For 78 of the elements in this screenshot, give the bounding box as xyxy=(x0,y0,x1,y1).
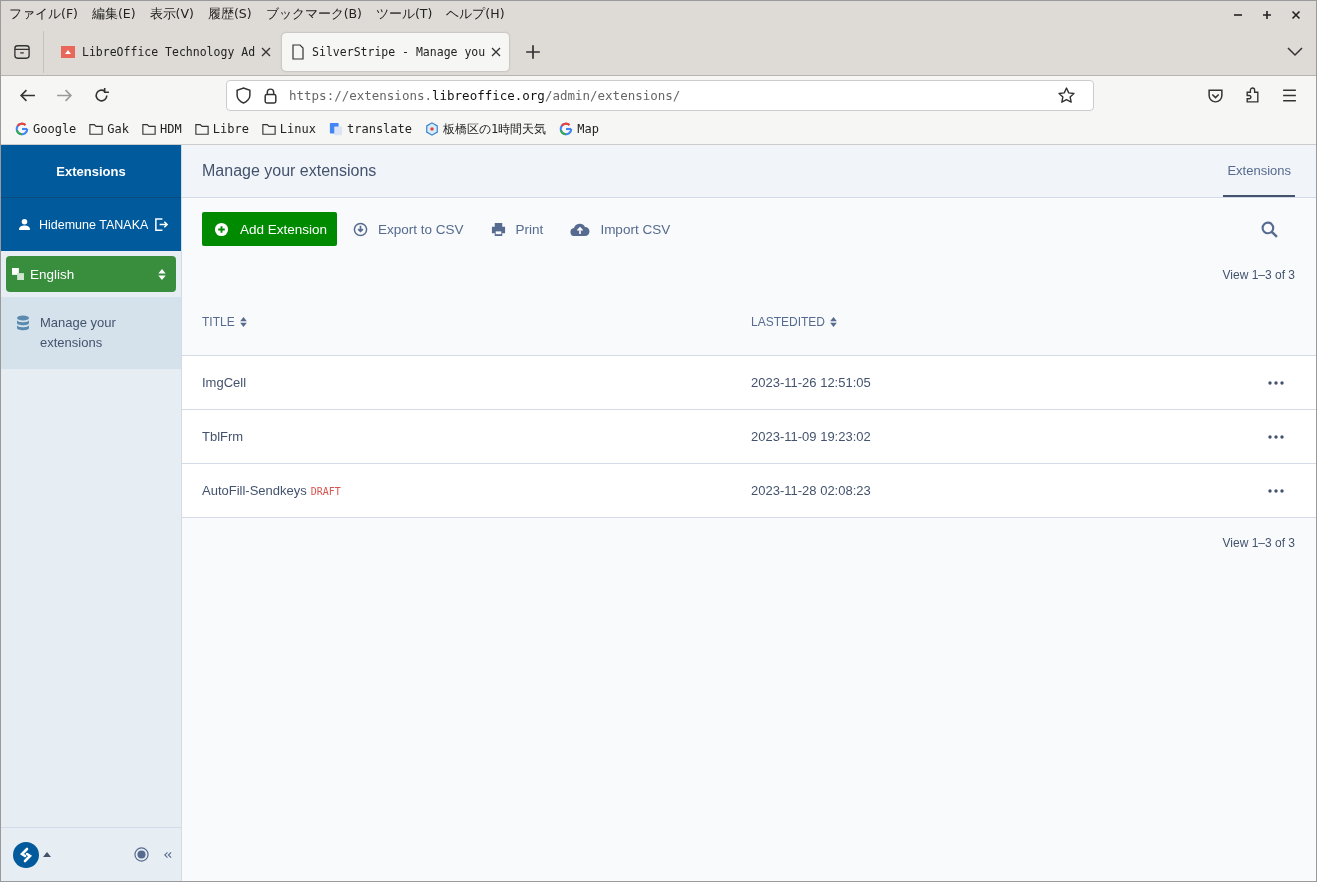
menu-item[interactable]: 表示(V) xyxy=(149,6,194,23)
folder-icon xyxy=(89,122,104,136)
result-count: View 1–3 of 3 xyxy=(1222,268,1295,282)
menu-item[interactable]: ツール(T) xyxy=(375,6,433,23)
pocket-icon[interactable] xyxy=(1207,86,1224,104)
collapse-icon[interactable] xyxy=(163,850,172,859)
action-button[interactable]: Add Extension xyxy=(202,212,338,246)
lock-icon xyxy=(262,86,279,104)
menu-item[interactable]: 履歴(S) xyxy=(207,6,252,23)
plus-circle-icon xyxy=(214,221,229,237)
browser-tab[interactable]: SilverStripe - Manage you xyxy=(282,32,510,71)
folder-icon xyxy=(261,122,276,136)
shield-icon xyxy=(235,86,252,104)
page-icon xyxy=(290,43,307,60)
reload-icon[interactable] xyxy=(93,86,110,104)
plus-icon[interactable] xyxy=(525,43,542,60)
bookmark-item[interactable]: Map xyxy=(559,122,599,136)
search-icon[interactable] xyxy=(1261,220,1278,238)
folder-icon xyxy=(142,122,157,136)
table-cell: TblFrm xyxy=(202,429,244,444)
google-icon xyxy=(15,122,29,136)
language-select[interactable]: English xyxy=(6,256,176,292)
sort-icon xyxy=(158,268,166,280)
action-button[interactable]: Import CSV xyxy=(560,212,681,246)
draft-label: DRAFT xyxy=(310,486,341,497)
table-cell: ImgCell xyxy=(202,375,247,390)
menu-item[interactable]: ヘルプ(H) xyxy=(446,6,505,23)
cube-icon xyxy=(425,122,439,136)
table-cell: 2023-11-26 12:51:05 xyxy=(751,375,871,390)
more-icon[interactable] xyxy=(1268,380,1284,385)
cloud-upload-icon xyxy=(570,222,591,236)
more-icon[interactable] xyxy=(1268,434,1284,439)
sort-icon xyxy=(239,316,247,327)
bookmark-item[interactable]: Google xyxy=(15,122,77,136)
action-button[interactable]: Export to CSV xyxy=(343,212,474,246)
star-icon[interactable] xyxy=(1058,86,1075,104)
sort-icon xyxy=(830,316,837,327)
table-cell: 2023-11-09 19:23:02 xyxy=(751,429,871,444)
bookmark-item[interactable]: Libre xyxy=(194,122,249,136)
maximize-icon[interactable] xyxy=(1262,9,1272,20)
logo-icon[interactable] xyxy=(13,841,39,868)
folder-icon xyxy=(194,122,209,136)
app-title: Extensions xyxy=(1,145,181,198)
section-tab[interactable]: Extensions xyxy=(1223,145,1295,197)
radio-icon[interactable] xyxy=(134,847,149,862)
bookmark-item[interactable]: translate xyxy=(329,122,412,136)
print-icon xyxy=(490,221,506,237)
column-header[interactable]: LASTEDITED xyxy=(751,314,1316,329)
result-count: View 1–3 of 3 xyxy=(1222,536,1295,550)
user-icon xyxy=(18,218,31,231)
close-icon[interactable] xyxy=(261,46,272,57)
more-icon[interactable] xyxy=(1268,488,1284,493)
google-icon xyxy=(559,122,574,136)
bookmark-item[interactable]: Linux xyxy=(261,122,316,136)
column-header[interactable]: TITLE xyxy=(182,314,751,329)
bookmark-item[interactable]: 板橋区の1時間天気 xyxy=(425,120,547,138)
table-cell: 2023-11-28 02:08:23 xyxy=(751,483,871,498)
bookmark-item[interactable]: Gak xyxy=(89,122,130,136)
tray-icon[interactable] xyxy=(14,43,30,60)
database-icon xyxy=(17,315,29,331)
menu-item[interactable]: ファイル(F) xyxy=(9,6,78,23)
caret-icon[interactable] xyxy=(43,852,51,857)
close-icon[interactable] xyxy=(1291,9,1301,20)
menu-item[interactable]: 編集(E) xyxy=(91,6,136,23)
menu-item[interactable]: ブックマーク(B) xyxy=(265,6,362,23)
page-title: Manage your extensions xyxy=(202,162,377,180)
puzzle-icon[interactable] xyxy=(1244,86,1261,104)
logout-icon[interactable] xyxy=(154,217,169,232)
user-name[interactable]: Hidemune TANAKA xyxy=(39,217,154,232)
table-cell: AutoFill-Sendkeys xyxy=(202,483,307,498)
bookmark-item[interactable]: HDM xyxy=(142,122,182,136)
url-field[interactable]: https://extensions.libreoffice.org/admin/extensions/ xyxy=(226,79,1094,111)
menu-icon[interactable] xyxy=(1281,86,1298,104)
nav-item[interactable]: Manage your extensions xyxy=(1,297,181,369)
action-button[interactable]: Print xyxy=(480,212,554,246)
download-icon xyxy=(353,221,369,237)
browser-tab[interactable]: LibreOffice Technology Ad xyxy=(52,32,280,71)
close-icon[interactable] xyxy=(491,46,502,57)
